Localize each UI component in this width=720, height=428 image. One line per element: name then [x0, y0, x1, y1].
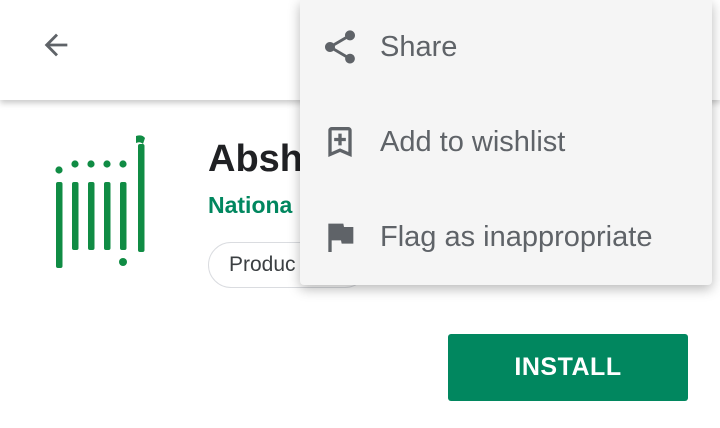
back-button[interactable]	[28, 22, 84, 68]
developer-link[interactable]: Nationa	[208, 192, 292, 219]
menu-item-label: Add to wishlist	[380, 125, 566, 158]
install-button[interactable]: INSTALL	[448, 334, 688, 401]
share-icon	[320, 27, 360, 67]
overflow-menu: Share Add to wishlist Flag as inappropri…	[300, 0, 712, 285]
app-logo[interactable]	[50, 134, 154, 272]
arrow-back-icon	[44, 33, 68, 57]
app-title: Absh	[208, 138, 303, 180]
menu-item-flag[interactable]: Flag as inappropriate	[300, 190, 712, 284]
menu-item-add-to-wishlist[interactable]: Add to wishlist	[300, 95, 712, 189]
menu-item-label: Share	[380, 30, 458, 63]
bookmark-add-icon	[320, 122, 360, 162]
menu-item-label: Flag as inappropriate	[380, 220, 653, 253]
menu-item-share[interactable]: Share	[300, 0, 712, 94]
flag-icon	[320, 217, 360, 257]
